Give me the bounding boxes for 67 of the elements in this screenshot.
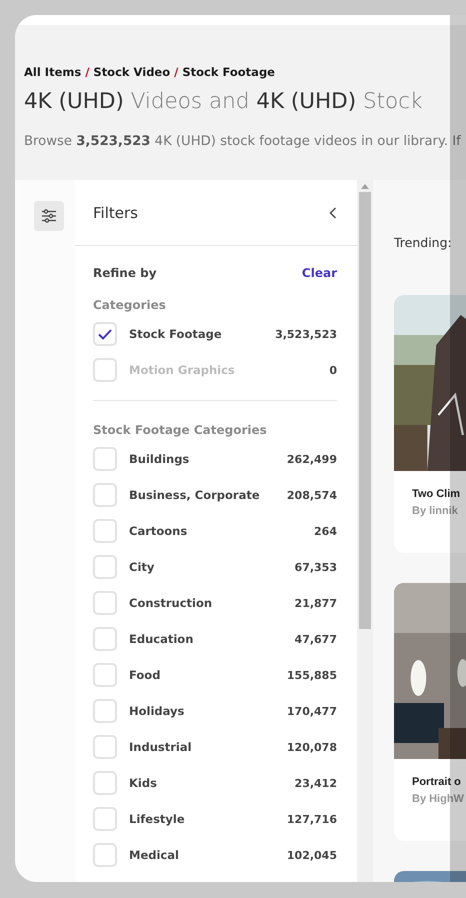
breadcrumb-separator: /	[174, 65, 178, 79]
clear-link[interactable]: Clear	[302, 266, 337, 280]
scrollbar[interactable]	[357, 180, 373, 882]
checkbox-label[interactable]: Stock Footage	[129, 327, 276, 341]
video-author: By linnik	[412, 505, 459, 517]
check-icon	[98, 328, 112, 340]
checkbox-label[interactable]: Education	[129, 632, 295, 646]
checkbox[interactable]	[93, 843, 117, 867]
checkbox-label[interactable]: Buildings	[129, 452, 287, 466]
checkbox-label[interactable]: Food	[129, 668, 287, 682]
filter-toggle-button[interactable]	[34, 201, 64, 231]
count: 208,574	[286, 488, 337, 502]
count: 102,045	[286, 848, 337, 862]
sliders-icon	[42, 209, 56, 223]
count: 3,523,523	[275, 328, 337, 340]
video-card[interactable]: Two Clim By linnik	[394, 295, 466, 553]
count: 170,477	[286, 704, 337, 718]
section-title: Stock Footage Categories	[93, 423, 268, 437]
video-title: Portrait o	[412, 776, 462, 788]
count: 264	[314, 524, 337, 538]
checkbox[interactable]	[93, 322, 117, 346]
checkbox[interactable]	[93, 735, 117, 759]
collapse-button[interactable]	[329, 206, 337, 218]
checkbox[interactable]	[93, 771, 117, 795]
panel-title: Filters	[93, 204, 138, 222]
scroll-up-icon	[361, 184, 369, 189]
chevron-left-icon	[329, 206, 337, 218]
checkbox[interactable]	[93, 483, 117, 507]
video-card[interactable]: Portrait o By HighW	[394, 583, 466, 841]
count: 47,677	[294, 632, 337, 646]
page-description: Browse 3,523,523 4K (UHD) stock footage videos in our library. If	[24, 134, 462, 149]
count: 120,078	[286, 740, 337, 754]
checkbox[interactable]	[93, 627, 117, 651]
checkbox-label[interactable]: Industrial	[129, 740, 287, 754]
scroll-thumb[interactable]	[359, 192, 371, 629]
checkbox-label[interactable]: City	[129, 560, 295, 574]
checkbox[interactable]	[93, 519, 117, 543]
count: 67,353	[294, 560, 337, 574]
video-title: Two Clim	[412, 488, 462, 500]
count: 23,412	[294, 776, 337, 790]
count: 0	[329, 364, 337, 376]
checkbox[interactable]	[93, 555, 117, 579]
section-title: Categories	[93, 298, 167, 312]
count: 21,877	[294, 596, 337, 610]
breadcrumb-link[interactable]: All Items	[24, 65, 82, 79]
count: 127,716	[286, 812, 337, 826]
breadcrumb-link[interactable]: Stock Footage	[182, 65, 275, 79]
checkbox-label[interactable]: Holidays	[129, 704, 287, 718]
checkbox-label[interactable]: Construction	[129, 596, 295, 610]
count: 262,499	[286, 452, 337, 466]
trending-label: Trending:	[394, 235, 452, 250]
checkbox-label[interactable]: Medical	[129, 848, 287, 862]
checkbox[interactable]	[93, 663, 117, 687]
checkbox[interactable]	[93, 591, 117, 615]
checkbox-label[interactable]: Kids	[129, 776, 295, 790]
refine-label: Refine by	[93, 266, 157, 280]
checkbox-label[interactable]: Cartoons	[129, 524, 314, 538]
page-heading: 4K (UHD) Videos and 4K (UHD) Stock	[24, 89, 424, 114]
checkbox-label[interactable]: Lifestyle	[129, 812, 287, 826]
count: 155,885	[286, 668, 337, 682]
breadcrumb-link[interactable]: Stock Video	[93, 65, 170, 79]
checkbox-label[interactable]: Business, Corporate	[129, 488, 287, 502]
checkbox[interactable]	[93, 807, 117, 831]
breadcrumb-separator: /	[85, 65, 90, 79]
checkbox[interactable]	[93, 699, 117, 723]
checkbox[interactable]	[93, 447, 117, 471]
video-author: By HighW	[412, 793, 465, 805]
